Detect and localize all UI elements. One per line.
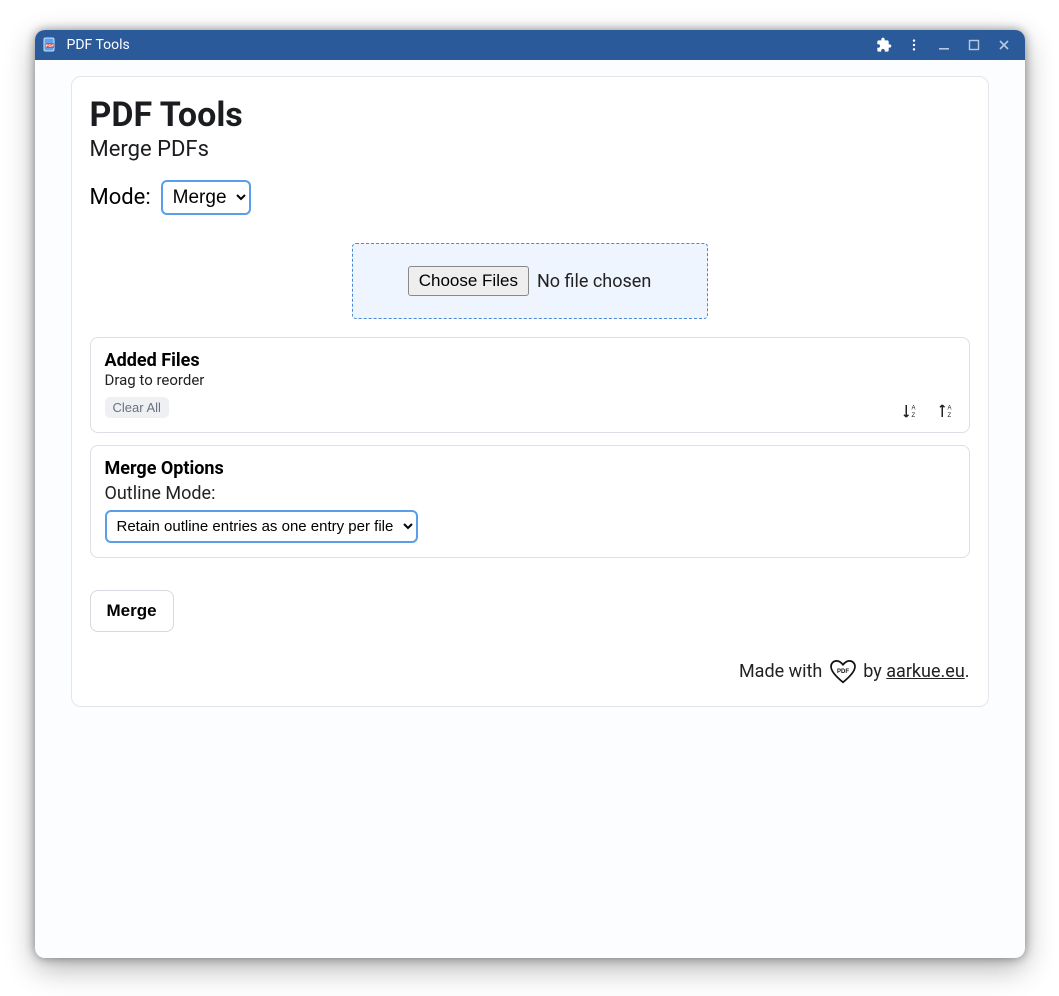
merge-options-card: Merge Options Outline Mode: Retain outli… (90, 445, 970, 558)
choose-files-button[interactable]: Choose Files (408, 266, 529, 296)
extension-icon[interactable] (869, 30, 899, 60)
clear-all-button[interactable]: Clear All (105, 397, 169, 418)
added-files-hint: Drag to reorder (105, 371, 955, 389)
footer-period: . (965, 661, 970, 682)
sort-controls: A Z A Z (901, 402, 955, 420)
outline-mode-label: Outline Mode: (105, 483, 955, 504)
kebab-menu-icon[interactable] (899, 30, 929, 60)
svg-text:PDF: PDF (46, 43, 55, 48)
merge-button[interactable]: Merge (90, 590, 174, 632)
page-subtitle: Merge PDFs (90, 137, 970, 162)
added-files-card: Added Files Drag to reorder Clear All A … (90, 337, 970, 433)
mode-label: Mode: (90, 185, 151, 210)
titlebar: PDF PDF Tools (35, 30, 1025, 60)
minimize-button[interactable] (929, 30, 959, 60)
merge-options-title: Merge Options (105, 458, 955, 479)
window-title: PDF Tools (67, 37, 130, 53)
sort-asc-icon[interactable]: A Z (901, 402, 919, 420)
mode-row: Mode: Merge (90, 180, 970, 215)
file-status-text: No file chosen (537, 271, 651, 292)
svg-text:PDF: PDF (837, 669, 849, 675)
svg-text:Z: Z (947, 413, 951, 419)
page-title: PDF Tools (90, 95, 970, 135)
footer: Made with PDF by aarkue.eu. (90, 660, 970, 684)
outline-mode-select[interactable]: Retain outline entries as one entry per … (105, 510, 418, 543)
main-panel: PDF Tools Merge PDFs Mode: Merge Choose … (71, 76, 989, 707)
close-button[interactable] (989, 30, 1019, 60)
app-window: PDF PDF Tools PDF Tools Merge PDFs (35, 30, 1025, 958)
svg-text:A: A (947, 406, 951, 412)
svg-text:A: A (911, 406, 915, 412)
content-area: PDF Tools Merge PDFs Mode: Merge Choose … (35, 60, 1025, 958)
svg-text:Z: Z (911, 413, 915, 419)
file-dropzone[interactable]: Choose Files No file chosen (352, 243, 708, 319)
app-icon: PDF (41, 36, 59, 54)
heart-pdf-icon: PDF (829, 660, 857, 684)
mode-select[interactable]: Merge (161, 180, 251, 215)
maximize-button[interactable] (959, 30, 989, 60)
sort-desc-icon[interactable]: A Z (937, 402, 955, 420)
added-files-title: Added Files (105, 350, 955, 371)
footer-by: by (863, 661, 886, 682)
footer-made-with: Made with (739, 661, 827, 682)
footer-link[interactable]: aarkue.eu (886, 661, 965, 682)
